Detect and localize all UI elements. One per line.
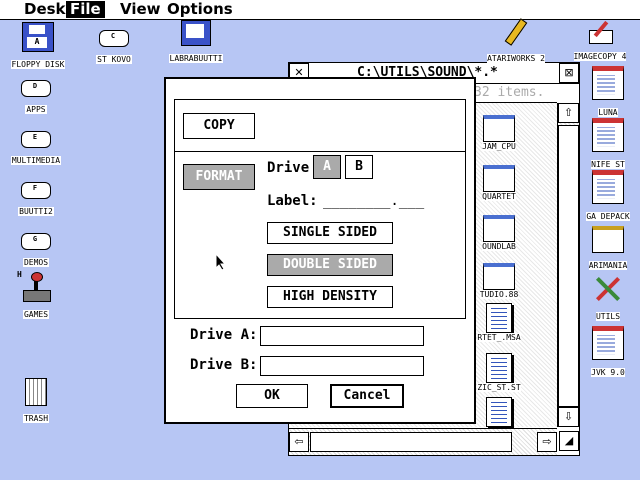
desktop-icon-apps[interactable]: D APPS [0,80,74,116]
double-sided-button[interactable]: DOUBLE SIDED [267,254,393,276]
desktop-icon-trash[interactable]: TRASH [0,378,74,425]
icon-label: GA DEPACK [586,212,630,221]
format-button[interactable]: FORMAT [183,164,255,190]
icon-label: DEMOS [22,258,50,267]
label-label: Label: [267,193,318,209]
desktop-icon-atariworks[interactable]: ATARIWORKS 2 [474,18,558,65]
file-label: ZIC_ST.ST [477,383,521,392]
format-section: FORMAT Drive A B Label: ________.___ SIN… [174,151,466,319]
icon-label: LABRABUUTTI [168,54,224,63]
icon-label: JVK 9.0 [591,368,625,377]
hscroll-thumb[interactable] [310,432,512,452]
desktop-icon-labrabuutti[interactable]: LABRABUUTTI [158,20,234,65]
copy-button[interactable]: COPY [183,113,255,139]
scroll-left-icon[interactable]: ⇦ [289,432,309,452]
menu-bar: Desk File View Options [0,0,640,20]
desktop-icon-utils[interactable]: UTILS [576,274,640,323]
computer-icon [181,20,211,46]
desktop-icon-st-kovo[interactable]: C ST KOVO [76,30,152,66]
desktop-icon-imagecopy[interactable]: IMAGECOPY 4 [560,20,640,63]
drive-a-button[interactable]: A [313,155,341,179]
copy-section: COPY [174,99,466,152]
desktop-icon-demos[interactable]: G DEMOS [0,233,74,269]
drive-a-field[interactable] [260,326,424,346]
menu-view[interactable]: View [116,1,165,18]
document-icon [486,397,512,427]
folder-icon [483,215,515,242]
program-icon [592,170,624,204]
trash-icon [25,378,47,406]
icon-label: ARIMANIA [588,261,628,270]
folder-icon [592,226,624,253]
icon-label: ST KOVO [96,55,132,64]
desktop-icon-floppy[interactable]: A FLOPPY DISK [0,22,76,71]
single-sided-button[interactable]: SINGLE SIDED [267,222,393,244]
hard-drive-icon: G [21,233,51,250]
folder-icon [483,263,515,290]
desktop-icon-nife[interactable]: NIFE ST [576,118,640,171]
desktop-icon-depack[interactable]: GA DEPACK [576,170,640,223]
quill-icon [585,20,615,44]
floppy-icon: A [22,22,54,52]
pencil-icon [504,18,528,46]
scroll-down-icon[interactable]: ⇩ [558,407,579,427]
drive-b-field[interactable] [260,356,424,376]
file-label: QUARTET [482,192,516,201]
desktop-icon-arimania[interactable]: ARIMANIA [576,226,640,272]
tools-icon [593,274,623,304]
desktop-icon-luna[interactable]: LUNA [576,66,640,119]
joystick-icon: H [17,270,51,302]
desktop-icon-games[interactable]: H GAMES [0,270,74,321]
hard-drive-icon: C [99,30,129,47]
hard-drive-icon: F [21,182,51,199]
file-label: OUNDLAB [482,242,516,251]
icon-label: IMAGECOPY 4 [573,52,627,61]
ok-button[interactable]: OK [236,384,308,408]
icon-label: APPS [25,105,47,114]
hard-drive-icon: E [21,131,51,148]
horizontal-scrollbar[interactable]: ⇦ ⇨ [289,428,557,455]
folder-icon [483,115,515,142]
file-label: JAM_CPU [482,142,516,151]
desktop-icon-buutti2[interactable]: F BUUTTI2 [0,182,74,218]
menu-file[interactable]: File [66,1,105,18]
scroll-right-icon[interactable]: ⇨ [537,432,557,452]
drive-a-field-label: Drive A: [190,327,258,343]
icon-label: NIFE ST [591,160,625,169]
high-density-button[interactable]: HIGH DENSITY [267,286,393,308]
program-icon [592,326,624,360]
folder-icon [483,165,515,192]
icon-label: MULTIMEDIA [10,156,62,165]
program-icon [592,66,624,100]
icon-label: FLOPPY DISK [10,60,66,69]
program-icon [592,118,624,152]
desktop-icon-multimedia[interactable]: E MULTIMEDIA [0,131,74,167]
file-label: RTET_.MSA [477,333,521,342]
mouse-pointer-icon [215,253,227,271]
icon-label: TRASH [22,414,50,423]
label-input[interactable]: ________.___ [323,193,424,209]
desktop-icon-jvk[interactable]: JVK 9.0 [576,326,640,379]
drive-label: Drive [267,160,310,176]
icon-label: LUNA [598,108,618,117]
document-icon [486,303,512,333]
file-label: TUDIO.88 [479,290,519,299]
item-count: 32 items. [474,85,545,100]
format-dialog: COPY FORMAT Drive A B Label: ________.__… [164,77,476,424]
icon-label: GAMES [22,310,50,319]
resize-icon[interactable]: ◢ [559,431,579,451]
icon-label: BUUTTI2 [18,207,54,216]
document-icon [486,353,512,383]
icon-label: ATARIWORKS 2 [487,54,545,63]
icon-label: UTILS [595,312,621,321]
menu-options[interactable]: Options [163,1,237,18]
cancel-button[interactable]: Cancel [330,384,404,408]
hard-drive-icon: D [21,80,51,97]
drive-b-button[interactable]: B [345,155,373,179]
menu-desk[interactable]: Desk [20,1,70,18]
drive-b-field-label: Drive B: [190,357,258,373]
